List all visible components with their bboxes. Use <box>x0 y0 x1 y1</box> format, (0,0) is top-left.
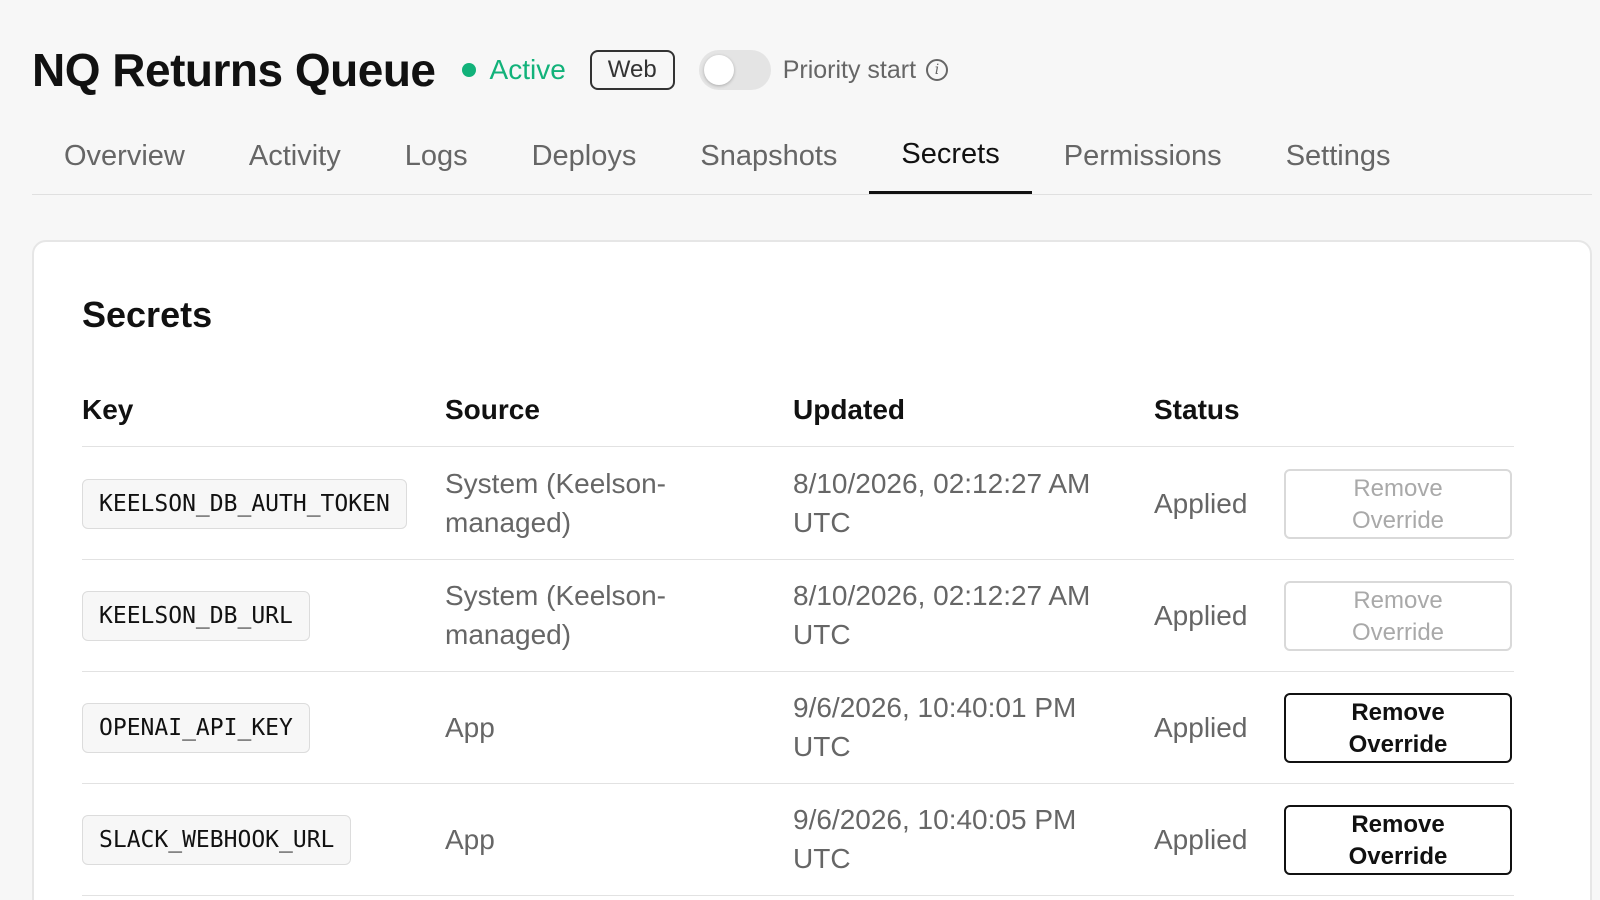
secret-source: App <box>445 824 495 855</box>
status-label: Active <box>489 54 566 85</box>
remove-override-button[interactable]: Remove Override <box>1284 581 1512 651</box>
status-dot-icon <box>461 63 476 77</box>
tab-permissions[interactable]: Permissions <box>1032 118 1254 194</box>
tab-settings[interactable]: Settings <box>1254 118 1423 194</box>
priority-start-label: Priority start <box>782 55 917 84</box>
page: NQ Returns Queue Active Web Priority sta… <box>0 0 1600 900</box>
info-icon[interactable]: i <box>926 59 949 81</box>
remove-override-button[interactable]: Remove Override <box>1284 693 1512 763</box>
remove-override-button[interactable]: Remove Override <box>1284 805 1512 875</box>
tab-secrets[interactable]: Secrets <box>869 118 1032 194</box>
secret-status: Applied <box>1154 824 1248 855</box>
secrets-title: Secrets <box>82 294 213 335</box>
secret-status: Applied <box>1154 712 1248 743</box>
toggle-knob <box>703 55 734 85</box>
table-header: Key Source Updated Status <box>82 390 1514 447</box>
column-header-updated: Updated <box>793 394 905 425</box>
column-header-key: Key <box>82 394 134 425</box>
secrets-card: Secrets Key Source Updated Status KEELSO… <box>32 240 1592 900</box>
column-header-source: Source <box>445 394 540 425</box>
page-header: NQ Returns Queue Active Web Priority sta… <box>32 38 949 102</box>
secret-key: OPENAI_API_KEY <box>82 703 310 753</box>
status-indicator: Active <box>461 54 566 86</box>
remove-override-button[interactable]: Remove Override <box>1284 469 1512 539</box>
table-row: KEELSON_DB_URL System (Keelson-managed) … <box>82 559 1514 672</box>
environment-badge: Web <box>589 50 675 90</box>
secret-source: System (Keelson-managed) <box>445 580 666 650</box>
tab-bar: Overview Activity Logs Deploys Snapshots… <box>32 118 1592 195</box>
tab-deploys[interactable]: Deploys <box>500 118 669 194</box>
page-title: NQ Returns Queue <box>32 44 436 96</box>
secret-source: App <box>445 712 495 743</box>
secret-updated: 8/10/2026, 02:12:27 AM UTC <box>793 468 1091 538</box>
secret-source: System (Keelson-managed) <box>445 468 666 538</box>
column-header-status: Status <box>1154 394 1240 425</box>
secret-updated: 9/6/2026, 10:40:05 PM UTC <box>793 804 1077 874</box>
tab-logs[interactable]: Logs <box>373 118 500 194</box>
tab-snapshots[interactable]: Snapshots <box>668 118 869 194</box>
secret-key: KEELSON_DB_AUTH_TOKEN <box>82 479 407 529</box>
secret-updated: 9/6/2026, 10:40:01 PM UTC <box>793 692 1077 762</box>
table-row: KEELSON_DB_AUTH_TOKEN System (Keelson-ma… <box>82 447 1514 560</box>
secret-status: Applied <box>1154 600 1248 631</box>
tab-activity[interactable]: Activity <box>217 118 373 194</box>
secret-status: Applied <box>1154 488 1248 519</box>
tab-overview[interactable]: Overview <box>32 118 217 194</box>
table-row: SLACK_WEBHOOK_URL App 9/6/2026, 10:40:05… <box>82 783 1514 896</box>
secret-key: KEELSON_DB_URL <box>82 591 310 641</box>
secret-key: SLACK_WEBHOOK_URL <box>82 815 352 865</box>
table-row: OPENAI_API_KEY App 9/6/2026, 10:40:01 PM… <box>82 671 1514 784</box>
secret-updated: 8/10/2026, 02:12:27 AM UTC <box>793 580 1091 650</box>
priority-start-toggle[interactable] <box>698 50 771 90</box>
